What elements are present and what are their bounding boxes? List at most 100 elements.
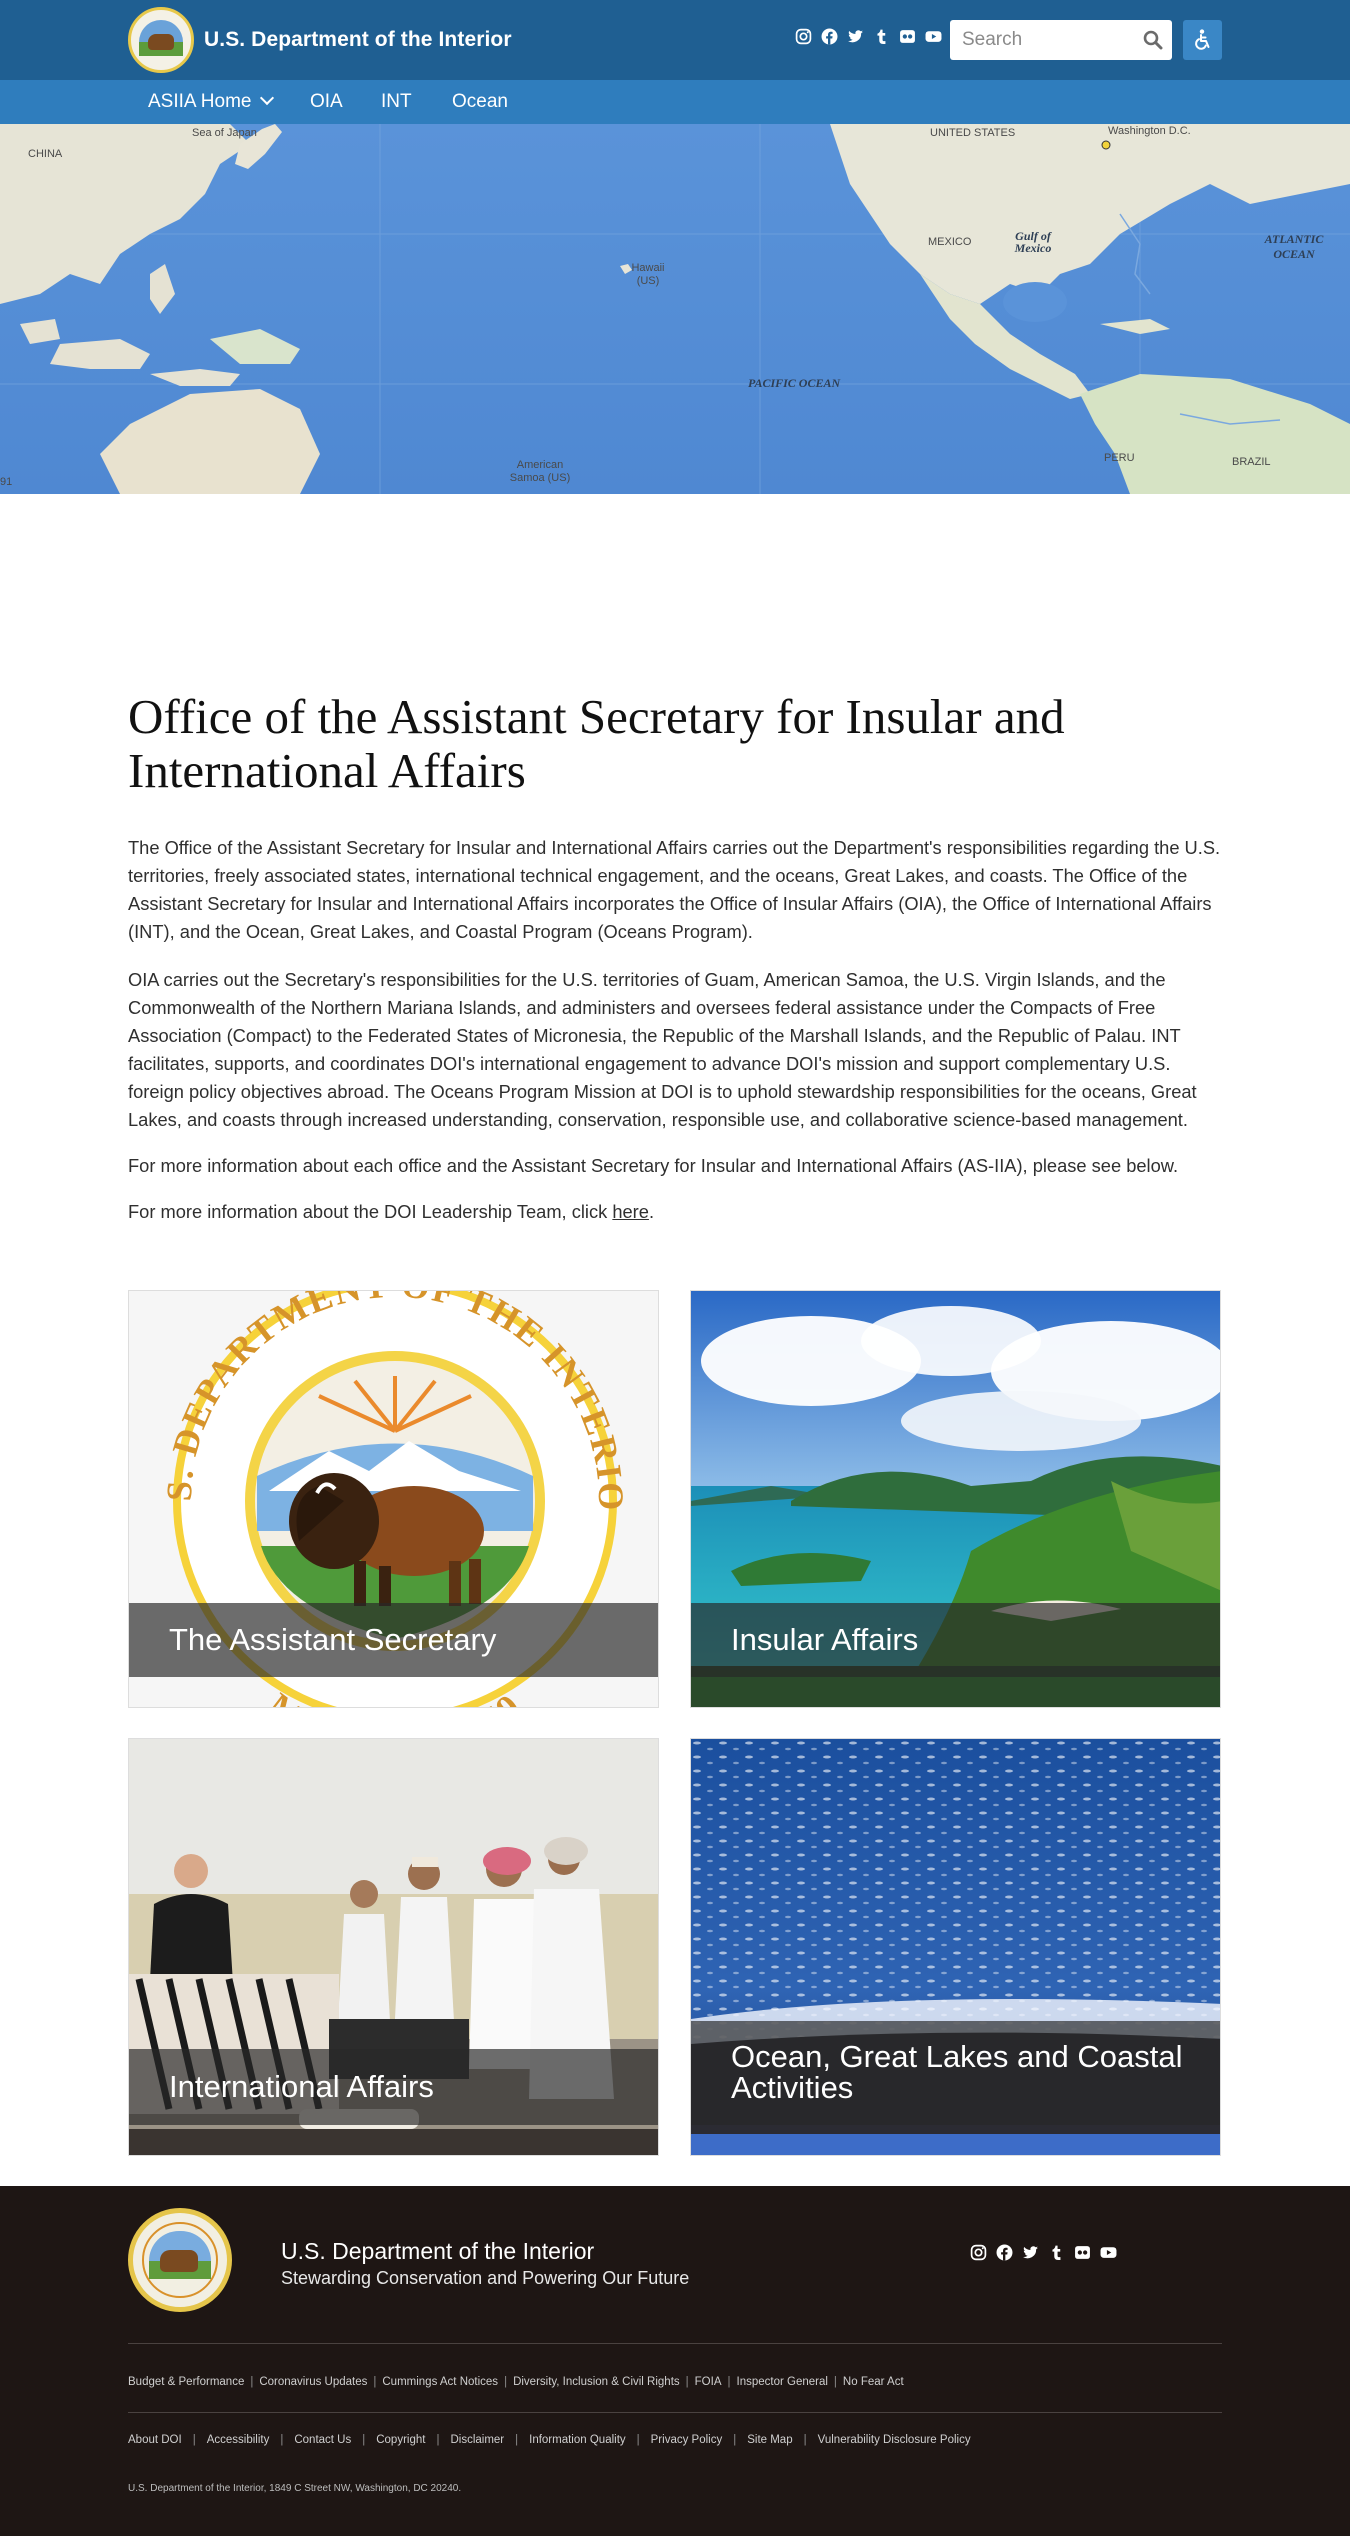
- chevron-down-icon: [259, 90, 274, 106]
- doi-seal-logo[interactable]: [128, 2208, 232, 2312]
- separator: |: [636, 2434, 640, 2446]
- card-caption: Ocean, Great Lakes and Coastal Activitie…: [691, 2021, 1220, 2125]
- separator: |: [373, 2376, 377, 2388]
- card-caption: The Assistant Secretary: [129, 1603, 658, 1677]
- map-label-hawaii: Hawaii (US): [631, 262, 665, 287]
- footer-address: U.S. Department of the Interior, 1849 C …: [128, 2483, 462, 2494]
- youtube-icon[interactable]: [925, 28, 942, 45]
- footer-link-contact[interactable]: Contact Us: [294, 2434, 351, 2446]
- footer-links-row-2: About DOI | Accessibility | Contact Us | Co…: [128, 2434, 971, 2446]
- search-input[interactable]: [950, 20, 1130, 60]
- site-name: U.S. Department of the Interior: [204, 28, 512, 51]
- separator: |: [436, 2434, 440, 2446]
- twitter-icon[interactable]: [1022, 2244, 1039, 2261]
- card-caption: International Affairs: [129, 2049, 658, 2125]
- footer-link-copyright[interactable]: Copyright: [376, 2434, 425, 2446]
- footer-link-about[interactable]: About DOI: [128, 2434, 182, 2446]
- map-label-sea-of-japan: Sea of Japan: [192, 127, 257, 139]
- map-label-atlantic: ATLANTIC OCEAN: [1264, 232, 1324, 261]
- map-label-american-samoa: American Samoa (US): [509, 459, 571, 484]
- footer-social-links: [970, 2244, 1117, 2261]
- map-label-pacific: PACIFIC OCEAN: [748, 376, 841, 390]
- card-assistant-secretary[interactable]: U.S. DEPARTMENT OF THE INTERIOR MARCH 3,…: [128, 1290, 659, 1708]
- nav-ocean[interactable]: Ocean: [452, 80, 508, 124]
- footer-link-privacy[interactable]: Privacy Policy: [651, 2434, 723, 2446]
- separator: |: [833, 2376, 837, 2388]
- map-label-brazil: BRAZIL: [1232, 456, 1271, 468]
- footer-link-accessibility[interactable]: Accessibility: [207, 2434, 270, 2446]
- doi-seal-logo: [128, 7, 194, 73]
- intro-paragraph-1: The Office of the Assistant Secretary fo…: [128, 837, 1221, 942]
- footer-divider: [128, 2343, 1222, 2344]
- facebook-icon[interactable]: [996, 2244, 1013, 2261]
- nav-oia[interactable]: OIA: [310, 80, 343, 124]
- youtube-icon[interactable]: [1100, 2244, 1117, 2261]
- leadership-end: .: [648, 1201, 655, 1222]
- main-nav: ASIIA Home OIA INT Ocean: [0, 80, 1350, 124]
- separator: |: [685, 2376, 689, 2388]
- tumblr-icon[interactable]: [873, 28, 890, 45]
- map-label-united-states: UNITED STATES: [930, 127, 1016, 139]
- card-insular-affairs[interactable]: Insular Affairs: [690, 1290, 1221, 1708]
- instagram-icon[interactable]: [970, 2244, 987, 2261]
- home-link[interactable]: U.S. Department of the Interior: [128, 7, 512, 73]
- footer-link-site-map[interactable]: Site Map: [747, 2434, 792, 2446]
- separator: |: [803, 2434, 807, 2446]
- footer-link-budget[interactable]: Budget & Performance: [128, 2376, 244, 2388]
- separator: |: [733, 2434, 737, 2446]
- nav-asiia-home[interactable]: ASIIA Home: [148, 80, 274, 124]
- footer-tagline: Stewarding Conservation and Powering Our…: [281, 2268, 690, 2288]
- footer-link-vulnerability[interactable]: Vulnerability Disclosure Policy: [818, 2434, 971, 2446]
- leadership-text: For more information about the DOI Leade…: [128, 1201, 613, 1222]
- separator: |: [280, 2434, 284, 2446]
- map-label-china: CHINA: [28, 148, 63, 160]
- intro-paragraph-3: For more information about each office a…: [128, 1155, 1179, 1176]
- footer-link-cummings[interactable]: Cummings Act Notices: [382, 2376, 498, 2388]
- footer-link-foia[interactable]: FOIA: [695, 2376, 722, 2388]
- map-edge-number: 91: [0, 476, 13, 488]
- map-label-washington: Washington D.C.: [1108, 125, 1191, 137]
- separator: |: [727, 2376, 731, 2388]
- twitter-icon[interactable]: [847, 28, 864, 45]
- card-ocean-activities[interactable]: Ocean, Great Lakes and Coastal Activitie…: [690, 1738, 1221, 2156]
- footer-org-name: U.S. Department of the Interior: [281, 2238, 595, 2264]
- leadership-link[interactable]: here: [612, 1201, 649, 1222]
- site-header: U.S. Department of the Interior: [0, 0, 1350, 80]
- site-footer: U.S. Department of the Interior Stewardi…: [0, 2186, 1350, 2536]
- search-icon: [1143, 30, 1163, 50]
- map-label-gulf-of-mexico: Gulf of Mexico: [1014, 229, 1052, 255]
- nav-label: ASIIA Home: [148, 91, 252, 112]
- card-caption: Insular Affairs: [691, 1603, 1220, 1677]
- footer-divider: [128, 2412, 1222, 2413]
- footer-link-information-quality[interactable]: Information Quality: [529, 2434, 626, 2446]
- separator: |: [504, 2376, 508, 2388]
- leadership-paragraph: For more information about the DOI Leade…: [128, 1198, 1223, 1226]
- separator: |: [362, 2434, 366, 2446]
- separator: |: [250, 2376, 254, 2388]
- intro-paragraph-2: OIA carries out the Secretary's responsi…: [128, 969, 1197, 1130]
- flickr-icon[interactable]: [1074, 2244, 1091, 2261]
- page-title: Office of the Assistant Secretary for In…: [128, 689, 1065, 798]
- map-label-peru: PERU: [1104, 452, 1135, 464]
- nav-int[interactable]: INT: [381, 80, 412, 124]
- footer-link-inspector-general[interactable]: Inspector General: [737, 2376, 828, 2388]
- footer-link-coronavirus[interactable]: Coronavirus Updates: [259, 2376, 367, 2388]
- tumblr-icon[interactable]: [1048, 2244, 1065, 2261]
- separator: |: [192, 2434, 196, 2446]
- card-international-affairs[interactable]: International Affairs: [128, 1738, 659, 2156]
- footer-links-row-1: Budget & Performance | Coronavirus Update…: [128, 2376, 904, 2388]
- facebook-icon[interactable]: [821, 28, 838, 45]
- map-label-mexico: MEXICO: [928, 236, 972, 248]
- accessibility-icon: [1194, 29, 1209, 50]
- social-links: [795, 28, 942, 45]
- map-graphic: [0, 124, 1350, 494]
- separator: |: [515, 2434, 519, 2446]
- footer-link-diversity[interactable]: Diversity, Inclusion & Civil Rights: [513, 2376, 680, 2388]
- accessibility-button[interactable]: [1183, 20, 1222, 60]
- flickr-icon[interactable]: [899, 28, 916, 45]
- search-button[interactable]: [1140, 28, 1166, 52]
- footer-link-disclaimer[interactable]: Disclaimer: [450, 2434, 504, 2446]
- instagram-icon[interactable]: [795, 28, 812, 45]
- footer-link-no-fear[interactable]: No Fear Act: [843, 2376, 904, 2388]
- search-box: [950, 20, 1172, 60]
